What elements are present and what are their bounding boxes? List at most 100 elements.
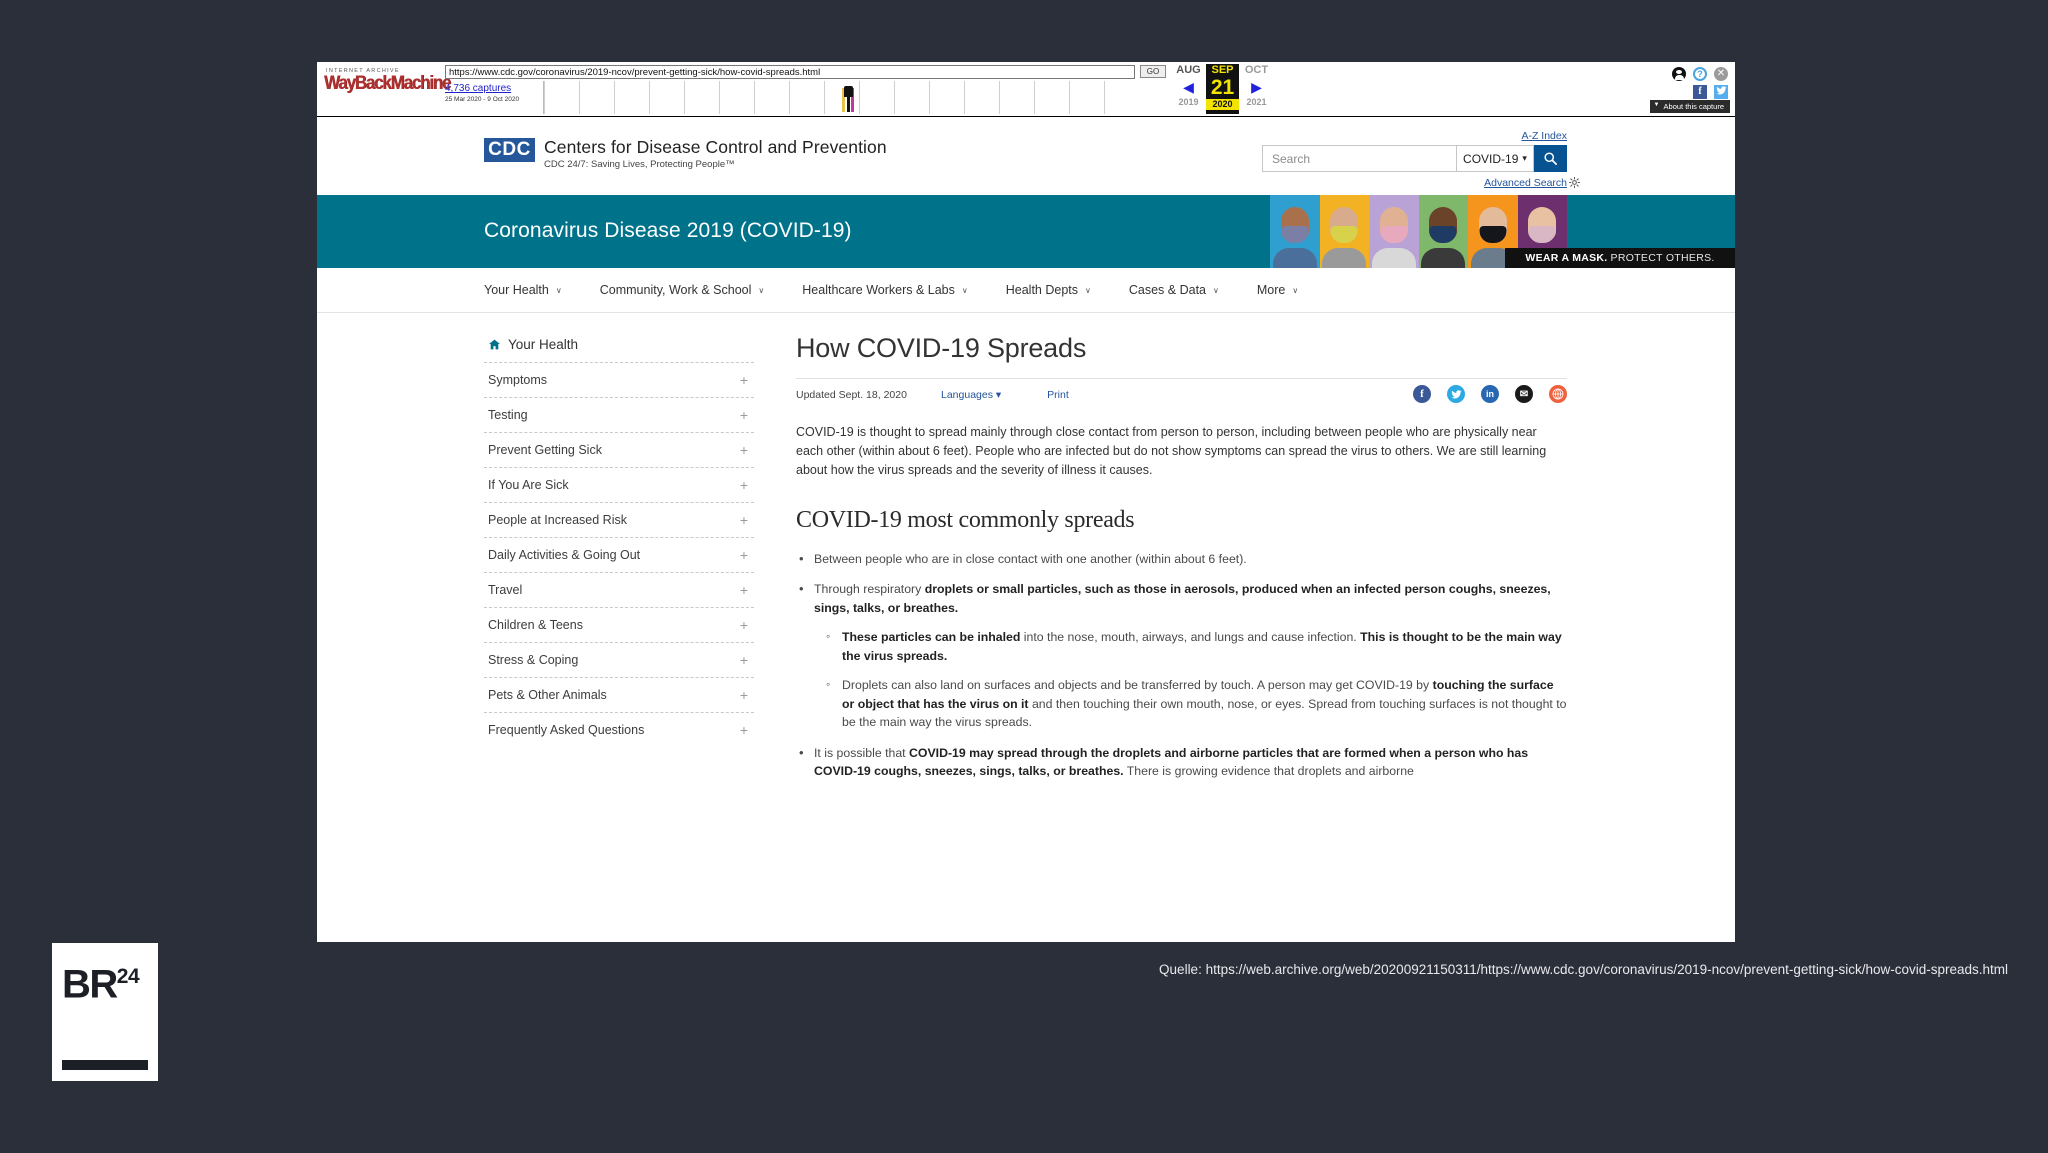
wayback-next-arrow-icon[interactable]: ▶ — [1240, 77, 1273, 97]
wayback-machine-toolbar: INTERNET ARCHIVE WayBackMachine https://… — [317, 62, 1735, 117]
sidebar-item-frequently-asked-questions[interactable]: Frequently Asked Questions + — [484, 712, 754, 747]
nav-item-label: Community, Work & School — [599, 283, 752, 297]
expand-plus-icon[interactable]: + — [740, 583, 748, 597]
timeline-tick — [1104, 81, 1105, 114]
wayback-machine-logo[interactable]: WayBackMachine — [322, 73, 451, 93]
expand-plus-icon[interactable]: + — [740, 653, 748, 667]
section-heading: COVID-19 most commonly spreads — [796, 507, 1135, 533]
wayback-url-input[interactable]: https://www.cdc.gov/coronavirus/2019-nco… — [445, 65, 1135, 79]
sidebar-item-children-teens[interactable]: Children & Teens + — [484, 607, 754, 642]
expand-plus-icon[interactable]: + — [740, 618, 748, 632]
expand-plus-icon[interactable]: + — [740, 408, 748, 422]
chevron-down-icon: ▾ — [1522, 153, 1527, 163]
sidebar-item-people-at-increased-risk[interactable]: People at Increased Risk + — [484, 502, 754, 537]
sidebar-item-prevent-getting-sick[interactable]: Prevent Getting Sick + — [484, 432, 754, 467]
bullet-2-bold: droplets or small particles, such as tho… — [814, 582, 1551, 615]
nav-item-healthcare-workers-labs[interactable]: Healthcare Workers & Labs ∨ — [802, 283, 967, 297]
search-input[interactable] — [1262, 145, 1456, 172]
wayback-current-year-label: 2020 — [1206, 99, 1239, 110]
cdc-logo-tagline: CDC 24/7: Saving Lives, Protecting Peopl… — [544, 159, 735, 170]
wayback-current-date: SEP 21 2020 — [1206, 64, 1239, 114]
search-scope-label: COVID-19 — [1463, 151, 1519, 166]
sub-2-plain-1: Droplets can also land on surfaces and o… — [842, 678, 1433, 693]
nav-item-community-work-school[interactable]: Community, Work & School ∨ — [600, 283, 765, 297]
expand-plus-icon[interactable]: + — [740, 723, 748, 737]
account-icon[interactable] — [1672, 67, 1686, 81]
a-z-index-link[interactable]: A-Z Index — [1521, 130, 1567, 142]
sidebar-item-stress-coping[interactable]: Stress & Coping + — [484, 642, 754, 677]
list-item: Between people who are in close contact … — [796, 549, 1567, 569]
timeline-tick — [614, 81, 615, 114]
print-link[interactable]: Print — [1047, 389, 1069, 401]
wayback-prev-month[interactable]: AUG ◀ 2019 — [1172, 64, 1205, 108]
timeline-tick — [999, 81, 1000, 114]
email-share-icon[interactable]: ✉ — [1515, 385, 1533, 403]
expand-plus-icon[interactable]: + — [740, 688, 748, 702]
mask-portrait-tile — [1369, 195, 1419, 268]
list-item: These particles can be inhaled into the … — [824, 627, 1567, 665]
sidebar-item-label: If You Are Sick — [488, 478, 569, 492]
wayback-next-month[interactable]: OCT ▶ 2021 — [1240, 64, 1273, 108]
sidebar-item-pets-other-animals[interactable]: Pets & Other Animals + — [484, 677, 754, 712]
expand-plus-icon[interactable]: + — [740, 548, 748, 562]
mask-portrait-tile — [1270, 195, 1320, 268]
sidebar-item-label: Pets & Other Animals — [488, 688, 607, 702]
bullet-3-plain-2: There is growing evidence that droplets … — [1123, 763, 1414, 778]
bullet-1-text: Between people who are in close contact … — [814, 552, 1247, 566]
br24-bar — [62, 1060, 148, 1070]
cdc-page: CDC Centers for Disease Control and Prev… — [317, 117, 1735, 793]
wayback-captures-count[interactable]: 4,736 captures — [445, 83, 537, 94]
cdc-logo-title: Centers for Disease Control and Preventi… — [544, 137, 887, 157]
wayback-capture-timeline[interactable] — [543, 81, 1135, 114]
syndicate-share-icon[interactable] — [1549, 385, 1567, 403]
main-article: How COVID-19 Spreads Updated Sept. 18, 2… — [796, 333, 1735, 792]
wayback-current-capture-marker — [842, 86, 854, 112]
expand-plus-icon[interactable]: + — [740, 443, 748, 457]
mask-portrait-tile — [1319, 195, 1369, 268]
updated-date: Updated Sept. 18, 2020 — [796, 389, 907, 401]
wayback-logo-block[interactable]: INTERNET ARCHIVE WayBackMachine — [322, 65, 451, 113]
languages-dropdown[interactable]: Languages ▾ — [941, 389, 1001, 401]
help-icon[interactable]: ? — [1693, 67, 1707, 81]
linkedin-share-icon[interactable]: in — [1481, 385, 1499, 403]
sidebar-item-testing[interactable]: Testing + — [484, 397, 754, 432]
expand-plus-icon[interactable]: + — [740, 478, 748, 492]
intro-paragraph: COVID-19 is thought to spread mainly thr… — [796, 425, 1547, 477]
nav-item-label: More — [1256, 283, 1286, 297]
facebook-share-icon[interactable]: f — [1413, 385, 1431, 403]
nav-item-your-health[interactable]: Your Health ∨ — [484, 283, 562, 297]
cdc-logo[interactable]: CDC Centers for Disease Control and Prev… — [484, 138, 887, 170]
sidebar-item-if-you-are-sick[interactable]: If You Are Sick + — [484, 467, 754, 502]
chevron-down-icon: ∨ — [961, 285, 968, 295]
chevron-down-icon: ∨ — [758, 285, 765, 295]
twitter-icon[interactable] — [1714, 85, 1728, 99]
gear-icon[interactable] — [1569, 177, 1580, 188]
twitter-share-icon[interactable] — [1447, 385, 1465, 403]
timeline-tick — [964, 81, 965, 114]
search-scope-select[interactable]: COVID-19 ▾ — [1456, 145, 1534, 172]
sidebar-item-your-health[interactable]: Your Health — [484, 333, 754, 362]
about-this-capture-button[interactable]: About this capture — [1648, 99, 1731, 114]
wayback-go-button[interactable]: GO — [1140, 65, 1166, 78]
advanced-search-link[interactable]: Advanced Search — [1484, 177, 1567, 189]
timeline-tick — [789, 81, 790, 114]
sidebar-item-symptoms[interactable]: Symptoms + — [484, 362, 754, 397]
chevron-down-icon: ∨ — [1085, 285, 1091, 295]
search-button[interactable] — [1534, 145, 1567, 172]
close-icon[interactable]: ✕ — [1714, 67, 1728, 81]
nav-item-more[interactable]: More ∨ — [1257, 283, 1298, 297]
sidebar-item-daily-activities-going-out[interactable]: Daily Activities & Going Out + — [484, 537, 754, 572]
sidebar-item-travel[interactable]: Travel + — [484, 572, 754, 607]
wayback-toolbar-actions: ? ✕ f About this capture — [1613, 64, 1731, 114]
article-meta: Updated Sept. 18, 2020 Languages ▾ Print… — [796, 378, 1567, 403]
sub-1-bold-1: These particles can be inhaled — [842, 630, 1024, 645]
expand-plus-icon[interactable]: + — [740, 373, 748, 387]
expand-plus-icon[interactable]: + — [740, 513, 748, 527]
timeline-tick — [1034, 81, 1035, 114]
banner-title: Coronavirus Disease 2019 (COVID-19) — [484, 219, 852, 242]
wayback-prev-arrow-icon[interactable]: ◀ — [1172, 77, 1205, 97]
nav-item-cases-data[interactable]: Cases & Data ∨ — [1129, 283, 1219, 297]
nav-item-label: Health Depts — [1005, 283, 1079, 297]
nav-item-health-depts[interactable]: Health Depts ∨ — [1006, 283, 1091, 297]
facebook-icon[interactable]: f — [1693, 85, 1707, 99]
